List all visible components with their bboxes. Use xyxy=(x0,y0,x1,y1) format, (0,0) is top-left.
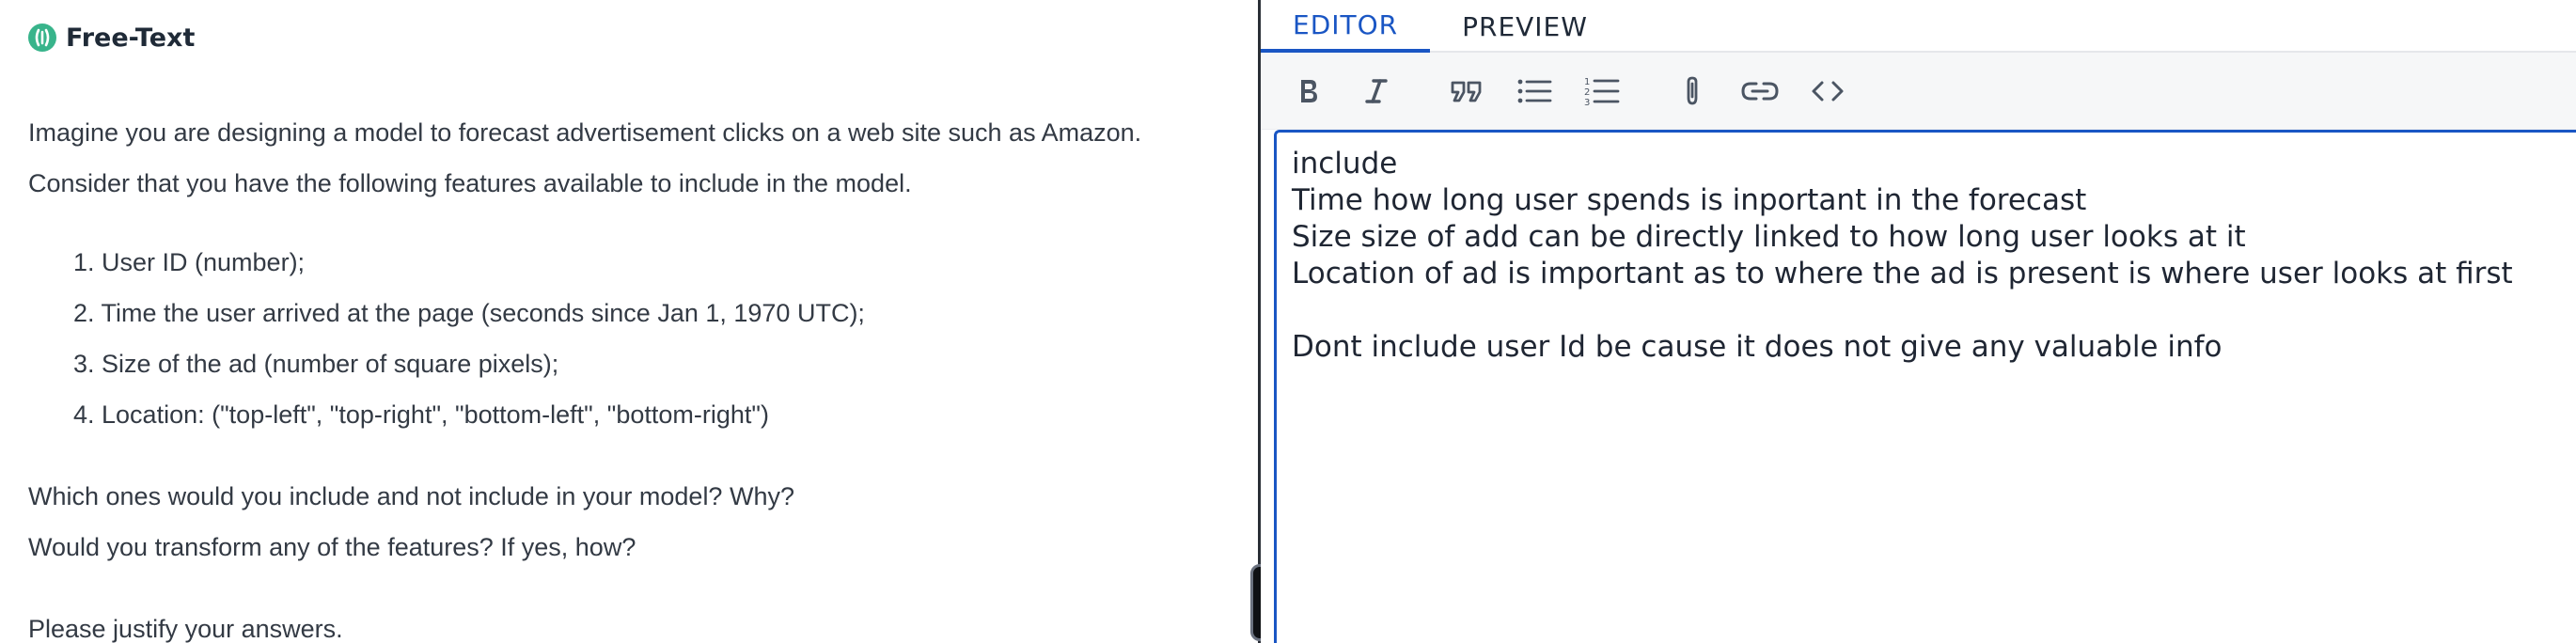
free-text-type-icon xyxy=(28,24,56,52)
answer-editor-panel: EDITOR PREVIEW 1 2 3 include Time how lo… xyxy=(1261,0,2576,643)
code-button[interactable] xyxy=(1802,66,1853,117)
question-ask-line-2: Would you transform any of the features?… xyxy=(28,533,636,561)
attachment-icon xyxy=(1687,76,1698,104)
feature-item-time: 2. Time the user arrived at the page (se… xyxy=(73,299,865,327)
quote-button[interactable] xyxy=(1441,66,1492,117)
svg-text:2: 2 xyxy=(1584,87,1590,98)
link-icon xyxy=(1741,82,1779,100)
answer-text-area[interactable]: include Time how long user spends is inp… xyxy=(1274,130,2576,643)
link-button[interactable] xyxy=(1735,66,1785,117)
feature-list: 1. User ID (number); 2. Time the user ar… xyxy=(73,237,1258,440)
tab-preview[interactable]: PREVIEW xyxy=(1430,0,1620,53)
question-intro-line-1: Imagine you are designing a model to for… xyxy=(28,118,1142,147)
bold-icon xyxy=(1301,79,1317,102)
attachment-button[interactable] xyxy=(1667,66,1718,117)
editor-tabs: EDITOR PREVIEW xyxy=(1261,0,2576,53)
numbered-list-icon: 1 2 3 xyxy=(1584,77,1620,107)
editor-line: Size size of add can be directly linked … xyxy=(1292,220,2246,254)
question-type-label: Free-Text xyxy=(66,23,196,53)
question-intro-line-2: Consider that you have the following fea… xyxy=(28,169,912,197)
question-panel: Free-Text Imagine you are designing a mo… xyxy=(0,0,1258,643)
question-header: Free-Text xyxy=(28,19,1258,56)
code-icon xyxy=(1812,81,1844,101)
bullet-list-icon xyxy=(1517,79,1552,102)
editor-line: Dont include user Id be cause it does no… xyxy=(1292,330,2223,364)
editor-line: include xyxy=(1292,147,1398,180)
question-justify: Please justify your answers. xyxy=(28,615,343,643)
editor-line: Time how long user spends is inportant i… xyxy=(1292,183,2087,217)
bullet-list-button[interactable] xyxy=(1509,66,1560,117)
numbered-list-button[interactable]: 1 2 3 xyxy=(1577,66,1627,117)
quote-icon xyxy=(1451,81,1482,102)
svg-text:3: 3 xyxy=(1584,98,1590,107)
italic-button[interactable] xyxy=(1351,66,1402,117)
italic-icon xyxy=(1365,78,1388,103)
bold-button[interactable] xyxy=(1283,66,1334,117)
editor-line: Location of ad is important as to where … xyxy=(1292,257,2513,290)
svg-text:1: 1 xyxy=(1584,77,1590,87)
feature-item-location: 4. Location: ("top-left", "top-right", "… xyxy=(73,400,769,429)
question-ask-line-1: Which ones would you include and not inc… xyxy=(28,482,794,510)
tab-editor[interactable]: EDITOR xyxy=(1261,0,1431,53)
editor-toolbar: 1 2 3 xyxy=(1261,53,2576,130)
feature-item-user-id: 1. User ID (number); xyxy=(73,248,306,276)
feature-item-size: 3. Size of the ad (number of square pixe… xyxy=(73,350,559,378)
